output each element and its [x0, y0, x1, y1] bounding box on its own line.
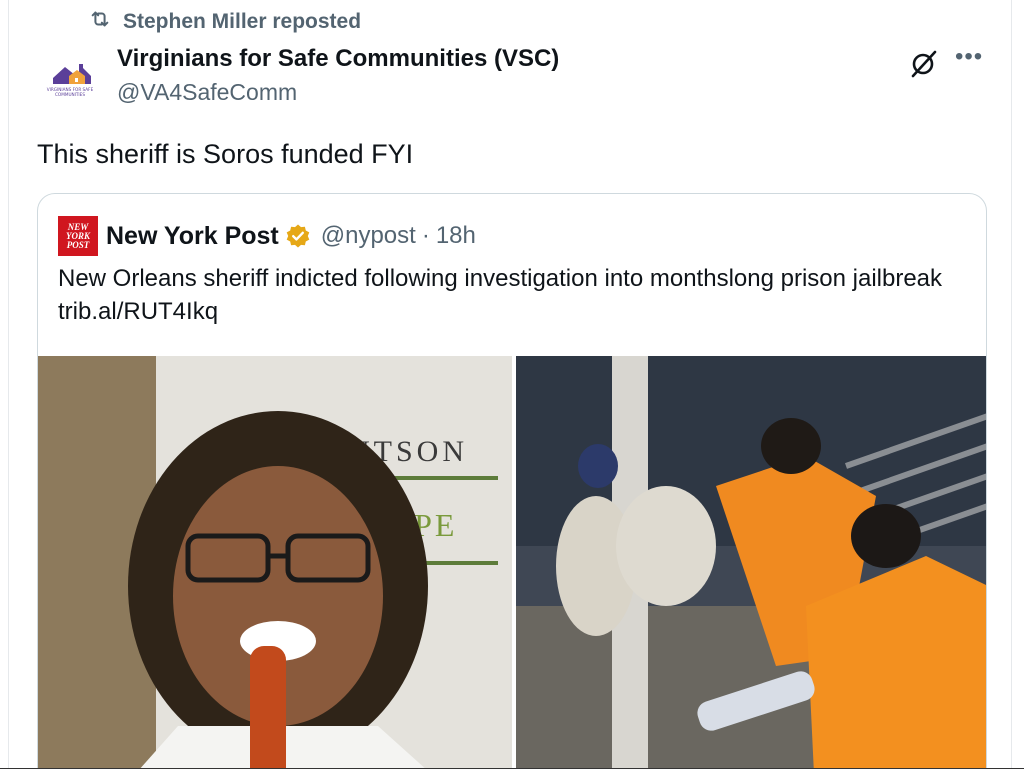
background-page-strip: [0, 768, 1024, 781]
svg-text:COMMUNITIES: COMMUNITIES: [55, 92, 85, 97]
author-block[interactable]: Virginians for Safe Communities (VSC) @V…: [117, 44, 559, 107]
quoted-post-header: NEW YORK POST New York Post @nypost · 18…: [58, 216, 476, 256]
repost-label: Stephen Miller reposted: [123, 10, 362, 33]
media-image-jailbreak[interactable]: [516, 356, 986, 781]
repost-indicator[interactable]: Stephen Miller reposted: [89, 8, 361, 36]
grok-icon[interactable]: [907, 46, 941, 80]
quoted-post-text[interactable]: New Orleans sheriff indicted following i…: [58, 262, 958, 328]
author-handle[interactable]: @VA4SafeComm: [117, 77, 559, 107]
quoted-post[interactable]: NEW YORK POST New York Post @nypost · 18…: [37, 193, 987, 781]
quoted-author-name[interactable]: New York Post: [106, 222, 279, 251]
quoted-author-handle[interactable]: @nypost: [321, 222, 416, 250]
post-text: This sheriff is Soros funded FYI: [37, 139, 414, 169]
nypost-logo[interactable]: NEW YORK POST: [58, 216, 98, 256]
repost-icon: [89, 8, 111, 36]
verified-badge-icon[interactable]: [285, 223, 311, 249]
separator-dot: ·: [421, 222, 430, 249]
media-image-sheriff[interactable]: UTSON OPE: [38, 356, 512, 781]
quoted-timestamp[interactable]: 18h: [436, 222, 476, 250]
post-card[interactable]: Stephen Miller reposted VIRGINIANS FOR S…: [8, 0, 1012, 781]
avatar[interactable]: VIRGINIANS FOR SAFE COMMUNITIES: [39, 48, 101, 110]
author-name[interactable]: Virginians for Safe Communities (VSC): [117, 44, 559, 74]
more-options-icon[interactable]: •••: [955, 45, 985, 72]
